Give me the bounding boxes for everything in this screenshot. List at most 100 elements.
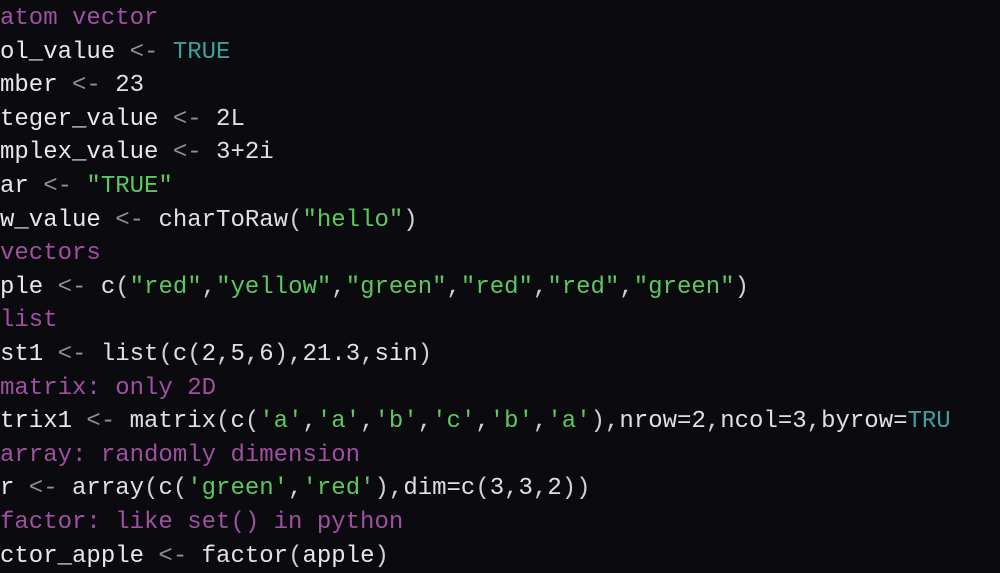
string-arg: 'b' bbox=[490, 408, 533, 435]
code-line-11: st1 <- list(c(2,5,6),21.3,sin) bbox=[0, 338, 1000, 372]
variable-name: mber bbox=[0, 72, 58, 99]
number-value: 3 bbox=[792, 408, 806, 435]
comment-text: factor: like set() in python bbox=[0, 509, 403, 536]
string-arg: "red" bbox=[461, 274, 533, 301]
variable-name: teger_value bbox=[0, 106, 158, 133]
code-line-14: array: randomly dimension bbox=[0, 439, 1000, 473]
boolean-value: TRU bbox=[908, 408, 951, 435]
string-arg: "red" bbox=[130, 274, 202, 301]
number-arg: 2 bbox=[547, 475, 561, 502]
comma: , bbox=[389, 475, 403, 502]
code-line-17: ctor_apple <- factor(apple) bbox=[0, 540, 1000, 573]
assign-operator: <- bbox=[43, 274, 101, 301]
assign-operator: <- bbox=[43, 341, 101, 368]
paren-close: ) bbox=[274, 341, 288, 368]
number-arg: 3 bbox=[490, 475, 504, 502]
comment-text: atom vector bbox=[0, 5, 158, 32]
paren-open: ( bbox=[288, 207, 302, 234]
paren-close: ) bbox=[591, 408, 605, 435]
variable-name: ctor_apple bbox=[0, 543, 144, 570]
comma: , bbox=[533, 475, 547, 502]
comment-text: matrix: only 2D bbox=[0, 375, 216, 402]
string-arg: 'b' bbox=[375, 408, 418, 435]
function-call: c bbox=[230, 408, 244, 435]
variable-name: ar bbox=[0, 173, 29, 200]
assign-operator: <- bbox=[158, 106, 216, 133]
string-arg: "green" bbox=[346, 274, 447, 301]
comma: , bbox=[807, 408, 821, 435]
assign-operator: <- bbox=[58, 72, 116, 99]
paren-close: ) bbox=[576, 475, 590, 502]
code-line-1: atom vector bbox=[0, 2, 1000, 36]
code-line-13: trix1 <- matrix(c('a','a','b','c','b','a… bbox=[0, 405, 1000, 439]
function-call: c bbox=[101, 274, 115, 301]
string-arg: 'a' bbox=[317, 408, 360, 435]
assign-operator: <- bbox=[14, 475, 72, 502]
named-arg: nrow= bbox=[619, 408, 691, 435]
function-call: charToRaw bbox=[158, 207, 288, 234]
paren-open: ( bbox=[173, 475, 187, 502]
comma: , bbox=[216, 341, 230, 368]
number-arg: 21.3 bbox=[303, 341, 361, 368]
comma: , bbox=[360, 408, 374, 435]
function-call: array bbox=[72, 475, 144, 502]
code-line-5: mplex_value <- 3+2i bbox=[0, 136, 1000, 170]
paren-close: ) bbox=[735, 274, 749, 301]
function-call: c bbox=[158, 475, 172, 502]
comma: , bbox=[202, 274, 216, 301]
code-line-9: ple <- c("red","yellow","green","red","r… bbox=[0, 271, 1000, 305]
variable-name: w_value bbox=[0, 207, 101, 234]
symbol-arg: sin bbox=[375, 341, 418, 368]
paren-open: ( bbox=[288, 543, 302, 570]
assign-operator: <- bbox=[144, 543, 202, 570]
assign-operator: <- bbox=[72, 408, 130, 435]
code-editor[interactable]: atom vector ol_value <- TRUE mber <- 23 … bbox=[0, 2, 1000, 573]
code-line-2: ol_value <- TRUE bbox=[0, 36, 1000, 70]
named-arg: dim= bbox=[403, 475, 461, 502]
code-line-12: matrix: only 2D bbox=[0, 372, 1000, 406]
comma: , bbox=[288, 341, 302, 368]
comment-text: vectors bbox=[0, 240, 101, 267]
function-call: factor bbox=[202, 543, 288, 570]
function-call: c bbox=[461, 475, 475, 502]
paren-open: ( bbox=[115, 274, 129, 301]
string-arg: 'a' bbox=[547, 408, 590, 435]
comma: , bbox=[447, 274, 461, 301]
assign-operator: <- bbox=[115, 39, 173, 66]
code-line-4: teger_value <- 2L bbox=[0, 103, 1000, 137]
variable-name: mplex_value bbox=[0, 139, 158, 166]
comma: , bbox=[533, 408, 547, 435]
code-line-7: w_value <- charToRaw("hello") bbox=[0, 204, 1000, 238]
variable-name: ol_value bbox=[0, 39, 115, 66]
string-arg: "hello" bbox=[302, 207, 403, 234]
comment-text: list bbox=[0, 307, 58, 334]
string-arg: "yellow" bbox=[216, 274, 331, 301]
symbol-arg: apple bbox=[302, 543, 374, 570]
paren-close: ) bbox=[562, 475, 576, 502]
code-line-6: ar <- "TRUE" bbox=[0, 170, 1000, 204]
string-arg: 'red' bbox=[302, 475, 374, 502]
variable-name: r bbox=[0, 475, 14, 502]
string-arg: 'a' bbox=[259, 408, 302, 435]
function-call: matrix bbox=[130, 408, 216, 435]
comma: , bbox=[418, 408, 432, 435]
code-line-10: list bbox=[0, 304, 1000, 338]
number-value: 2 bbox=[691, 408, 705, 435]
paren-open: ( bbox=[475, 475, 489, 502]
comma: , bbox=[605, 408, 619, 435]
number-arg: 2 bbox=[202, 341, 216, 368]
named-arg: ncol= bbox=[720, 408, 792, 435]
comma: , bbox=[619, 274, 633, 301]
comma: , bbox=[302, 408, 316, 435]
code-line-3: mber <- 23 bbox=[0, 69, 1000, 103]
variable-name: ple bbox=[0, 274, 43, 301]
assign-operator: <- bbox=[101, 207, 159, 234]
paren-open: ( bbox=[158, 341, 172, 368]
assign-operator: <- bbox=[29, 173, 87, 200]
complex-value: 3+2i bbox=[216, 139, 274, 166]
comma: , bbox=[360, 341, 374, 368]
number-arg: 6 bbox=[259, 341, 273, 368]
assign-operator: <- bbox=[158, 139, 216, 166]
paren-open: ( bbox=[144, 475, 158, 502]
paren-open: ( bbox=[187, 341, 201, 368]
